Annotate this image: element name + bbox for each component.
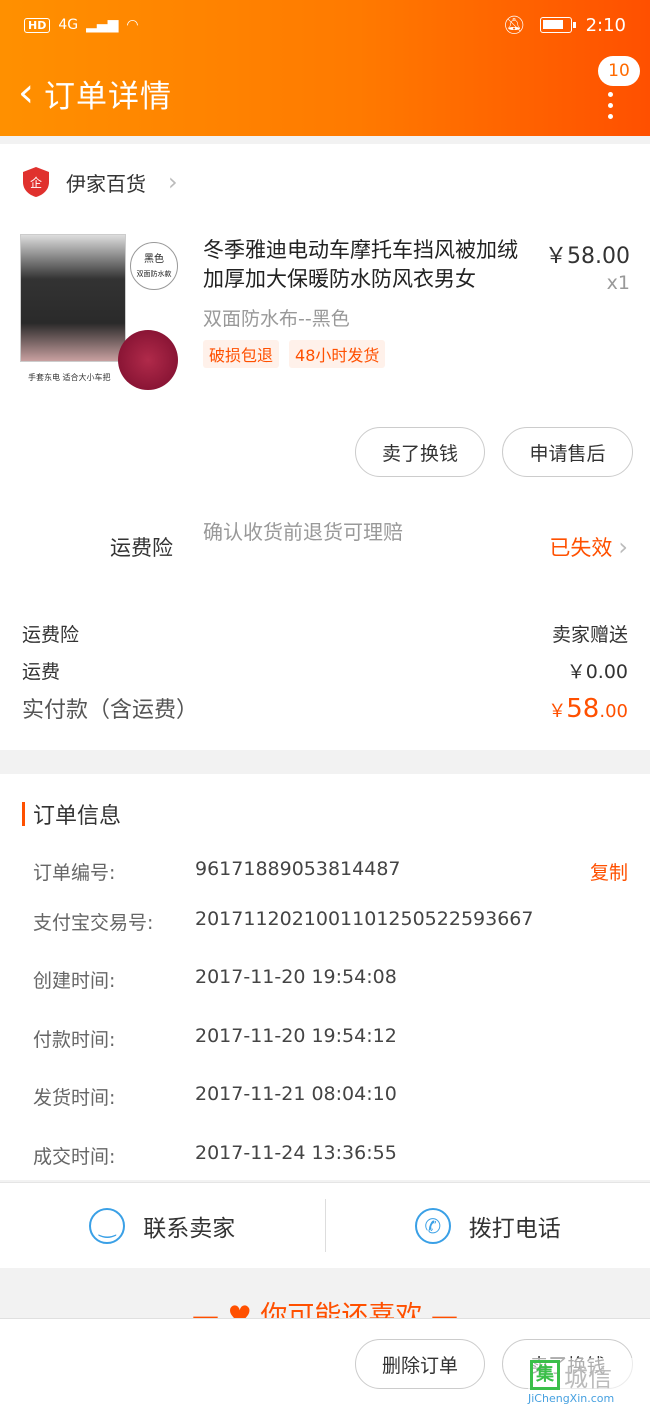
more-menu-button[interactable]: 10 <box>596 56 640 126</box>
shop-name: 伊家百货 <box>66 171 146 196</box>
shipping-insurance-label: 运费险 <box>110 536 173 560</box>
created-time-row: 创建时间: 2017-11-20 19:54:08 <box>33 966 397 992</box>
fee-row-insurance: 运费险 卖家赠送 <box>22 624 628 646</box>
shop-enterprise-icon: 企 <box>23 167 49 197</box>
product-price: ￥58.00 <box>545 244 630 269</box>
total-label: 实付款（含运费） <box>22 698 199 723</box>
order-number-row: 订单编号: 96171889053814487 复制 <box>33 858 628 885</box>
product-spec: 双面防水布--黑色 <box>203 308 350 330</box>
message-count-badge: 10 <box>598 56 640 86</box>
network-indicator: 4G <box>58 17 79 33</box>
signal-icon: ▂▄▆ <box>86 17 119 33</box>
product-title[interactable]: 冬季雅迪电动车摩托车挡风被加绒加厚加大保暖防水防风衣男女 <box>203 236 535 294</box>
page-title: 订单详情 <box>44 78 172 115</box>
product-thumbnail[interactable]: 黑色 双面防水款 手套东电 适合大小车把 <box>20 234 180 390</box>
completed-time-row: 成交时间: 2017-11-24 13:36:55 <box>33 1142 397 1168</box>
order-info-card: 订单信息 订单编号: 96171889053814487 复制 支付宝交易号: … <box>0 774 650 1180</box>
thumbnail-caption: 手套东电 适合大小车把 <box>28 373 111 382</box>
apply-after-sale-button[interactable]: 申请售后 <box>502 427 633 477</box>
product-photo <box>20 234 126 362</box>
delete-order-button[interactable]: 删除订单 <box>355 1339 485 1389</box>
copy-button[interactable]: 复制 <box>590 858 628 885</box>
shipped-time-row: 发货时间: 2017-11-21 08:04:10 <box>33 1083 397 1109</box>
contact-seller-button[interactable]: ‿ 联系卖家 <box>0 1183 325 1268</box>
shipping-insurance-desc: 确认收货前退货可理赔 <box>203 520 403 544</box>
back-arrow-icon[interactable]: ‹ <box>12 73 40 113</box>
shipping-insurance-status[interactable]: 已失效 › <box>549 532 628 562</box>
chevron-right-icon: › <box>168 168 178 196</box>
total-amount: ￥58.00 <box>548 694 628 724</box>
fabric-swatch <box>118 330 178 390</box>
tag-damage-return: 破损包退 <box>203 340 280 368</box>
svg-text:企: 企 <box>30 175 42 190</box>
more-dots-icon <box>608 92 613 119</box>
shop-row[interactable]: 企 伊家百货 › <box>22 166 178 198</box>
status-bar: HD 4G ▂▄▆ ◠ 🔕︎ 2:10 <box>0 0 650 50</box>
order-item-card: 企 伊家百货 › 黑色 双面防水款 手套东电 适合大小车把 冬季雅迪电动车摩托车… <box>0 144 650 750</box>
mute-icon: 🔕︎ <box>502 14 526 36</box>
fee-row-shipping: 运费 ￥0.00 <box>22 661 628 683</box>
phone-icon: ✆ <box>414 1207 451 1244</box>
hd-indicator: HD <box>24 17 51 33</box>
recommendation-section: — ♥ 你可能还喜欢 — <box>0 1268 650 1318</box>
contact-bar: ‿ 联系卖家 ✆ 拨打电话 <box>0 1182 650 1268</box>
recommendation-title: — ♥ 你可能还喜欢 — <box>192 1301 458 1318</box>
paid-time-row: 付款时间: 2017-11-20 19:54:12 <box>33 1025 397 1051</box>
sell-for-cash-button[interactable]: 卖了换钱 <box>355 427 485 477</box>
chevron-right-icon: › <box>618 533 628 561</box>
alipay-trade-no-row: 支付宝交易号: 2017112021001101250522593667 <box>33 908 534 934</box>
tag-48h-shipping: 48小时发货 <box>289 340 386 368</box>
product-quantity: x1 <box>606 272 630 294</box>
clock: 2:10 <box>585 14 626 36</box>
chat-smile-icon: ‿ <box>89 1207 126 1244</box>
app-header: HD 4G ▂▄▆ ◠ 🔕︎ 2:10 ‹ 订单详情 10 <box>0 0 650 136</box>
total-paid-row: 实付款（含运费） ￥58.00 <box>22 692 628 724</box>
watermark: 集 城信 JiChengXin.com <box>528 1358 646 1406</box>
call-phone-button[interactable]: ✆ 拨打电话 <box>326 1183 650 1268</box>
section-title: 订单信息 <box>22 798 121 830</box>
service-tags: 破损包退 48小时发货 <box>203 340 386 368</box>
nav-bar: ‹ 订单详情 10 <box>0 50 650 136</box>
wifi-icon: ◠ <box>126 17 139 33</box>
watermark-logo-icon: 集 <box>530 1360 560 1390</box>
color-badge: 黑色 双面防水款 <box>130 242 178 290</box>
battery-icon <box>539 17 576 33</box>
